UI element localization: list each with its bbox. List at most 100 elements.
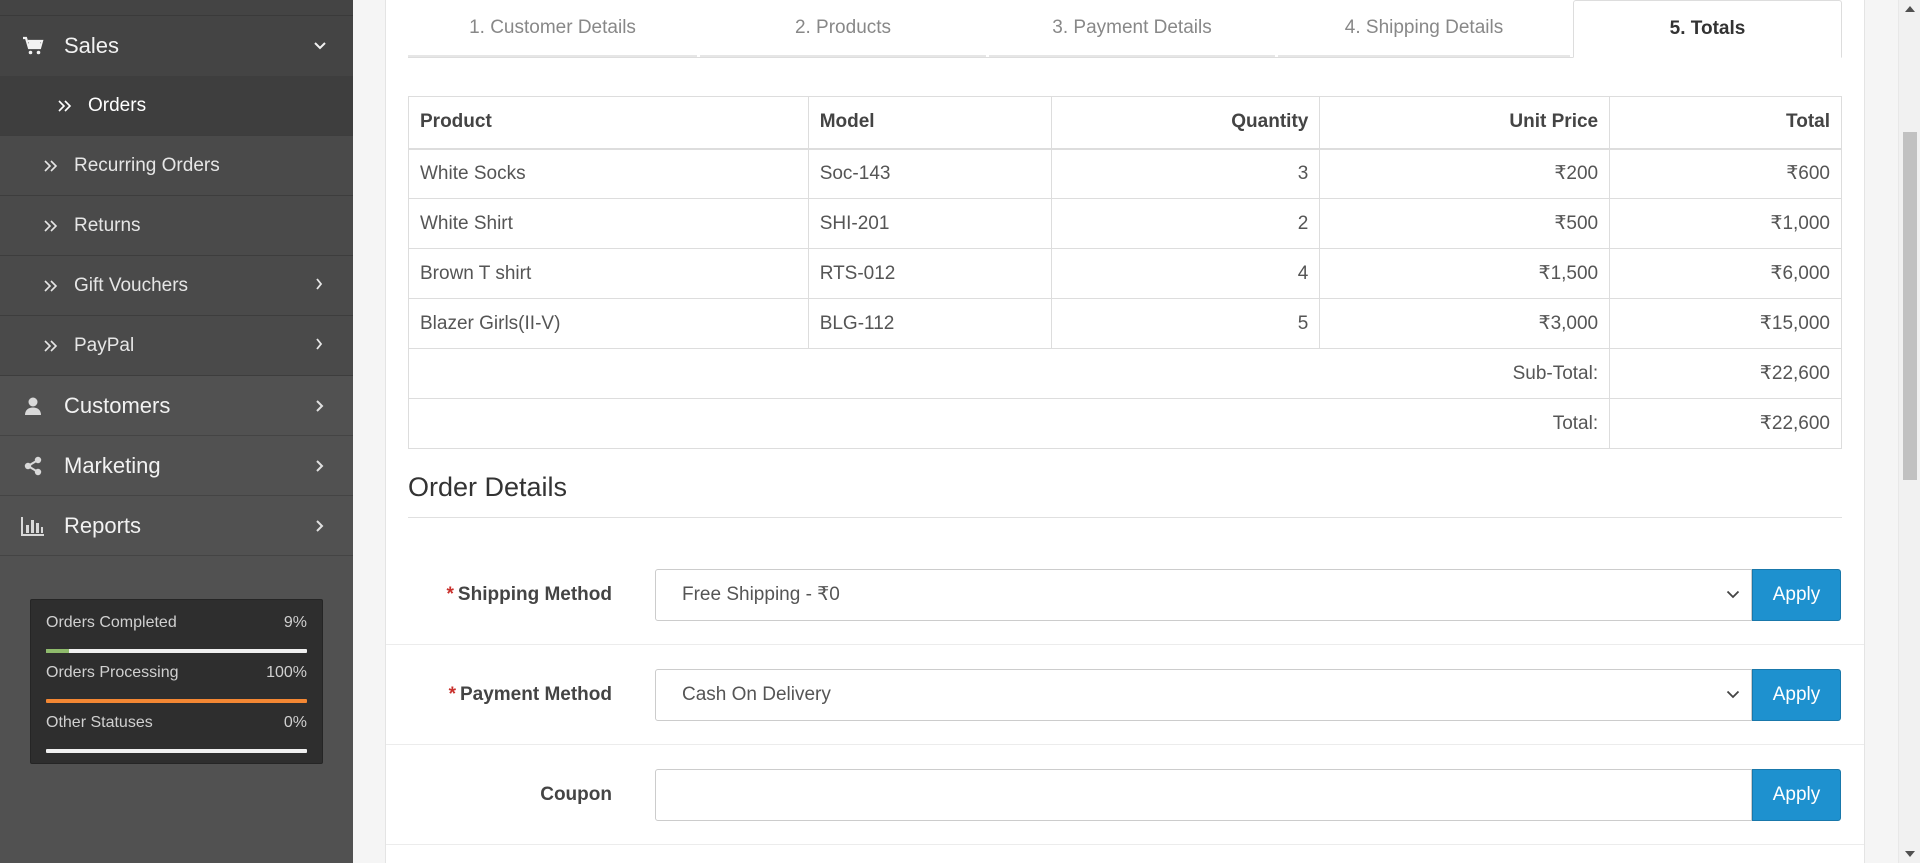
payment-method-select[interactable]: Cash On Delivery [655, 668, 1752, 721]
bar-chart-icon [20, 515, 46, 537]
cell-product: White Socks [408, 148, 809, 199]
required-mark: * [446, 583, 454, 605]
order-details-heading: Order Details [408, 472, 1842, 518]
order-panel: 1. Customer Details 2. Products 3. Payme… [385, 0, 1865, 863]
column-header-total: Total [1609, 96, 1842, 150]
tab-totals[interactable]: 5. Totals [1573, 0, 1842, 58]
subtotal-row: Sub-Total: ₹22,600 [407, 348, 1842, 399]
cart-icon [20, 35, 46, 57]
sidebar-item-marketing[interactable]: Marketing [0, 436, 353, 496]
scroll-up-arrow-icon[interactable] [1899, 0, 1920, 18]
cell-model: RTS-012 [807, 248, 1052, 299]
progress-bar [46, 699, 307, 703]
sidebar-top-strip [0, 0, 353, 16]
progress-fill [46, 649, 70, 653]
chevron-right-icon [313, 519, 327, 533]
order-products-table: Product Model Quantity Unit Price Total … [407, 96, 1842, 449]
payment-method-row: * Payment Method Cash On Delivery Apply [386, 645, 1864, 745]
apply-coupon-button[interactable]: Apply [1752, 768, 1841, 821]
cell-quantity: 4 [1050, 248, 1321, 299]
sidebar-item-paypal[interactable]: PayPal [0, 316, 353, 376]
column-header-product: Product [408, 96, 809, 150]
chevron-right-icon [313, 337, 325, 350]
required-mark: * [448, 683, 456, 705]
payment-method-value: Cash On Delivery [682, 683, 831, 705]
sidebar-item-label: Reports [64, 512, 142, 538]
sidebar-item-returns[interactable]: Returns [0, 196, 353, 256]
tab-customer-details[interactable]: 1. Customer Details [408, 0, 697, 57]
sidebar-item-label: PayPal [74, 334, 135, 356]
cell-quantity: 5 [1050, 298, 1321, 349]
chevron-down-icon [1725, 587, 1741, 603]
coupon-row: Coupon Apply [386, 745, 1864, 845]
total-value: ₹22,600 [1609, 398, 1842, 449]
chevron-right-icon [313, 459, 327, 473]
sidebar-item-customers[interactable]: Customers [0, 376, 353, 436]
shipping-method-value: Free Shipping - ₹0 [682, 584, 840, 605]
table-row: Blazer Girls(II-V) BLG-112 5 ₹3,000 ₹15,… [408, 298, 1842, 349]
stat-label: Other Statuses [46, 714, 153, 731]
cell-product: Blazer Girls(II-V) [408, 298, 809, 349]
shipping-method-select[interactable]: Free Shipping - ₹0 [655, 568, 1752, 621]
table-row: White Shirt SHI-201 2 ₹500 ₹1,000 [408, 198, 1842, 249]
tab-payment-details[interactable]: 3. Payment Details [989, 0, 1275, 57]
cell-product: White Shirt [408, 198, 809, 249]
column-header-quantity: Quantity [1050, 96, 1321, 150]
main-content: 1. Customer Details 2. Products 3. Payme… [353, 0, 1898, 863]
user-icon [20, 395, 46, 417]
double-chevron-right-icon [44, 339, 60, 353]
cell-unit-price: ₹500 [1319, 198, 1611, 249]
sidebar-item-recurring-orders[interactable]: Recurring Orders [0, 136, 353, 196]
progress-fill [46, 699, 307, 703]
double-chevron-right-icon [44, 219, 60, 233]
stat-value: 9% [283, 614, 307, 631]
tab-shipping-details[interactable]: 4. Shipping Details [1278, 0, 1570, 57]
shipping-method-label: * Shipping Method [446, 583, 612, 605]
column-header-unit-price: Unit Price [1319, 96, 1611, 150]
payment-method-label: * Payment Method [448, 683, 612, 705]
coupon-label: Coupon [540, 783, 612, 805]
cell-model: SHI-201 [807, 198, 1052, 249]
chevron-down-icon [313, 39, 327, 53]
stat-label: Orders Completed [46, 614, 177, 631]
cell-unit-price: ₹200 [1319, 148, 1611, 199]
total-label: Total: [407, 398, 1611, 449]
scrollbar-thumb[interactable] [1903, 132, 1917, 480]
stat-orders-completed: Orders Completed 9% [46, 614, 307, 664]
progress-bar [46, 749, 307, 753]
sidebar-item-label: Returns [74, 214, 141, 236]
tab-products[interactable]: 2. Products [700, 0, 986, 57]
coupon-input[interactable] [655, 768, 1752, 821]
page-scrollbar[interactable] [1898, 0, 1920, 863]
table-header-row: Product Model Quantity Unit Price Total [408, 96, 1842, 150]
sidebar-item-reports[interactable]: Reports [0, 496, 353, 556]
share-icon [20, 455, 46, 477]
subtotal-value: ₹22,600 [1609, 348, 1842, 399]
cell-total: ₹6,000 [1609, 248, 1842, 299]
cell-product: Brown T shirt [408, 248, 809, 299]
sidebar-item-label: Sales [64, 32, 120, 58]
apply-payment-button[interactable]: Apply [1752, 668, 1841, 721]
cell-model: BLG-112 [807, 298, 1052, 349]
total-row: Total: ₹22,600 [407, 398, 1842, 449]
sidebar-item-sales[interactable]: Sales [0, 16, 353, 76]
cell-unit-price: ₹1,500 [1319, 248, 1611, 299]
apply-shipping-button[interactable]: Apply [1752, 568, 1841, 621]
cell-unit-price: ₹3,000 [1319, 298, 1611, 349]
scroll-down-arrow-icon[interactable] [1899, 845, 1920, 863]
stat-other-statuses: Other Statuses 0% [46, 714, 307, 764]
table-row: White Socks Soc-143 3 ₹200 ₹600 [408, 148, 1842, 199]
sidebar-item-label: Gift Vouchers [74, 274, 189, 296]
sidebar-item-label: Marketing [64, 452, 161, 478]
order-status-widget: Orders Completed 9% Orders Processing 100%… [30, 599, 323, 764]
chevron-right-icon [313, 399, 327, 413]
cell-total: ₹600 [1609, 148, 1842, 199]
sidebar-item-orders[interactable]: Orders [0, 76, 353, 136]
stat-value: 100% [266, 664, 307, 681]
sidebar-item-gift-vouchers[interactable]: Gift Vouchers [0, 256, 353, 316]
sidebar: Sales Orders Recurring Orders Returns Gi… [0, 0, 353, 863]
double-chevron-right-icon [44, 279, 60, 293]
shipping-method-row: * Shipping Method Free Shipping - ₹0 Appl… [386, 545, 1864, 645]
stat-orders-processing: Orders Processing 100% [46, 664, 307, 714]
sidebar-item-label: Orders [88, 94, 147, 116]
